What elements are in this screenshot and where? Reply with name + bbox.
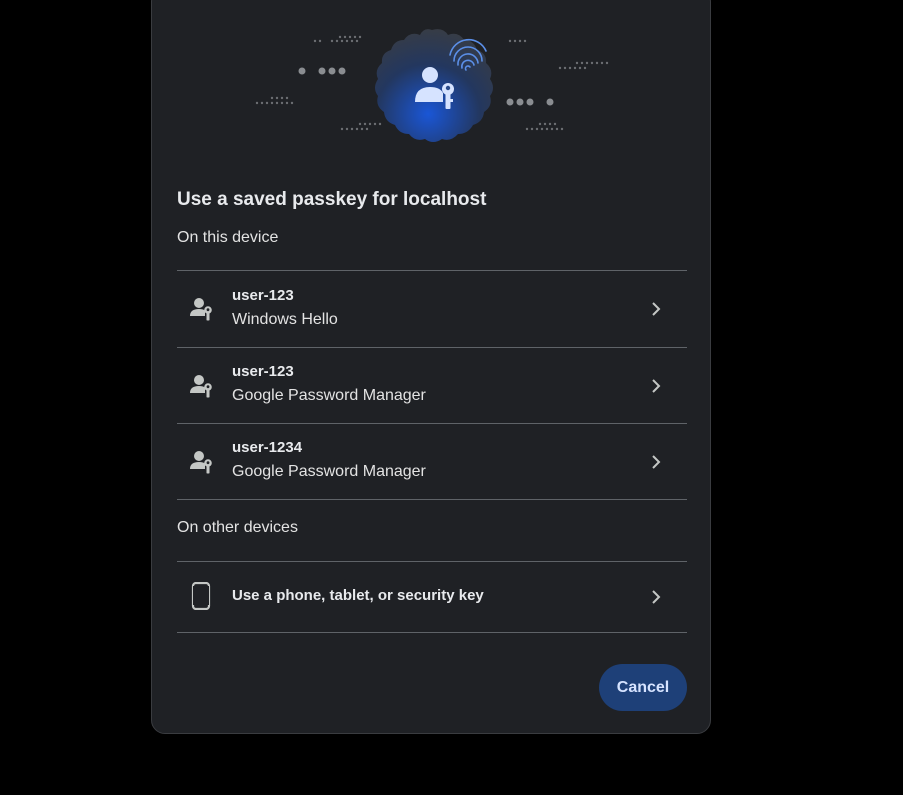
passkey-provider: Google Password Manager xyxy=(232,463,426,480)
use-other-device-item[interactable]: Use a phone, tablet, or security key xyxy=(177,562,687,632)
chevron-right-icon xyxy=(652,379,661,393)
divider xyxy=(177,499,687,500)
passkey-user-icon xyxy=(190,298,212,321)
chevron-right-icon xyxy=(652,455,661,469)
passkey-hero-illustration xyxy=(255,29,609,142)
divider xyxy=(177,632,687,633)
passkey-provider: Google Password Manager xyxy=(232,387,426,404)
section-label-other-devices: On other devices xyxy=(177,519,298,536)
passkey-username: user-1234 xyxy=(232,439,303,456)
section-label-this-device: On this device xyxy=(177,229,279,246)
passkey-provider: Windows Hello xyxy=(232,311,338,328)
passkey-username: user-123 xyxy=(232,363,294,380)
passkey-user-icon xyxy=(190,451,212,474)
passkey-username: user-123 xyxy=(232,287,294,304)
dialog-title: Use a saved passkey for localhost xyxy=(177,189,487,210)
cancel-button[interactable]: Cancel xyxy=(599,664,687,711)
use-other-device-label: Use a phone, tablet, or security key xyxy=(232,587,484,604)
chevron-right-icon xyxy=(652,590,661,604)
passkey-user-icon xyxy=(190,375,212,398)
chevron-right-icon xyxy=(652,302,661,316)
passkey-item[interactable]: user-1234 Google Password Manager xyxy=(177,424,687,499)
passkey-item[interactable]: user-123 Google Password Manager xyxy=(177,348,687,423)
passkey-dialog: Use a saved passkey for localhost On thi… xyxy=(151,0,711,734)
phone-icon xyxy=(191,582,211,610)
passkey-item[interactable]: user-123 Windows Hello xyxy=(177,271,687,347)
